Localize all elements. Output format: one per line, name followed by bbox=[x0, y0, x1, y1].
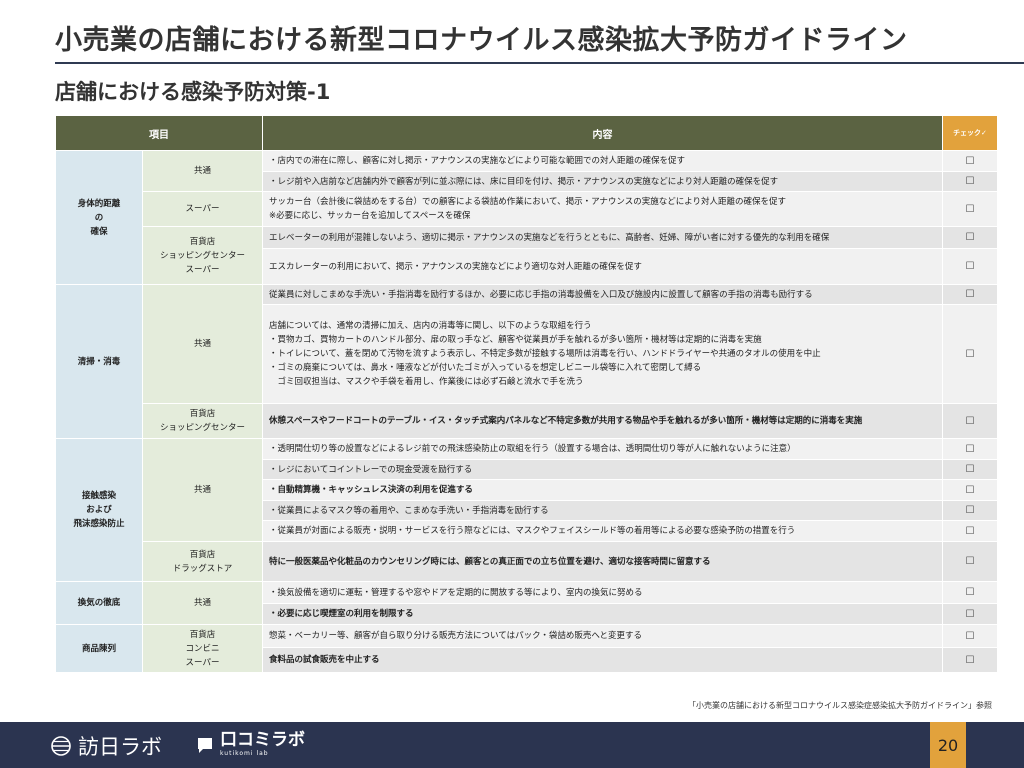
table-row: 百貨店 ショッピングセンター スーパー エレベーターの利用が混雑しないよう、適切に… bbox=[56, 226, 998, 285]
page-number: 20 bbox=[930, 722, 966, 768]
content-cell: サッカー台（会計後に袋詰めをする台）での顧客による袋詰め作業において、掲示・アナ… bbox=[262, 191, 943, 227]
page-title: 小売業の店舗における新型コロナウイルス感染拡大予防ガイドライン bbox=[55, 25, 908, 56]
category-cell: 清掃・消毒 bbox=[55, 284, 143, 439]
guideline-table: 項目 内容 チェック✓ 身体的距離 の 確保 共通 ・店内での滞在に際し、顧客に対し… bbox=[55, 115, 998, 673]
content-cell: 休憩スペースやフードコートのテーブル・イス・タッチ式案内パネルなど不特定多数が共… bbox=[262, 403, 943, 439]
content-cell: エレベーターの利用が混雑しないよう、適切に掲示・アナウンスの実施などを行うととも… bbox=[262, 226, 943, 249]
check-cell: ☐ bbox=[942, 171, 998, 192]
checkbox-icon[interactable]: ☐ bbox=[966, 349, 975, 360]
header-content: 内容 bbox=[262, 115, 943, 151]
header-check: チェック✓ bbox=[942, 115, 998, 151]
checkbox-icon[interactable]: ☐ bbox=[966, 556, 975, 567]
check-cell: ☐ bbox=[942, 150, 998, 172]
table-row: 百貨店 ドラッグストア 特に一般医薬品や化粧品のカウンセリング時には、顧客との真正… bbox=[56, 541, 998, 582]
checkbox-icon[interactable]: ☐ bbox=[966, 204, 975, 215]
content-cell: 従業員に対しこまめな手洗い・手指消毒を励行するほか、必要に応じ手指の消毒設備を入… bbox=[262, 284, 943, 305]
checkbox-icon[interactable]: ☐ bbox=[966, 609, 975, 620]
check-cell: ☐ bbox=[942, 541, 998, 582]
check-cell: ☐ bbox=[942, 479, 998, 501]
check-cell: ☐ bbox=[942, 438, 998, 460]
check-cell: ☐ bbox=[942, 624, 998, 648]
table-header-row: 項目 内容 チェック✓ bbox=[55, 115, 998, 151]
subcategory-cell: 百貨店 ドラッグストア bbox=[142, 541, 263, 582]
subcategory-cell: 共通 bbox=[142, 150, 263, 192]
table-row: スーパー サッカー台（会計後に袋詰めをする台）での顧客による袋詰め作業において、掲… bbox=[56, 191, 998, 227]
content-cell: ・従業員によるマスク等の着用や、こまめな手洗い・手指消毒を励行する bbox=[262, 500, 943, 521]
check-cell: ☐ bbox=[942, 647, 998, 673]
checkbox-icon[interactable]: ☐ bbox=[966, 655, 975, 666]
logo2-subtext: kutikomi lab bbox=[220, 750, 269, 757]
section-title: 店舗における感染予防対策-1 bbox=[55, 80, 331, 104]
check-cell: ☐ bbox=[942, 304, 998, 404]
content-cell: 惣菜・ベーカリー等、顧客が自ら取り分ける販売方法についてはパック・袋詰め販売へと… bbox=[262, 624, 943, 648]
header-item: 項目 bbox=[55, 115, 263, 151]
content-cell: ・従業員が対面による販売・説明・サービスを行う際などには、マスクやフェイスシール… bbox=[262, 520, 943, 542]
subcategory-cell: 百貨店 コンビニ スーパー bbox=[142, 624, 263, 673]
content-cell: ・必要に応じ喫煙室の利用を制限する bbox=[262, 603, 943, 625]
subcategory-cell: 共通 bbox=[142, 581, 263, 625]
speech-bubble-icon bbox=[198, 737, 212, 753]
content-cell: ・店内での滞在に際し、顧客に対し掲示・アナウンスの実施などにより可能な範囲での対… bbox=[262, 150, 943, 172]
check-cell: ☐ bbox=[942, 191, 998, 227]
subcategory-cell: 百貨店 ショッピングセンター bbox=[142, 403, 263, 439]
category-cell: 商品陳列 bbox=[55, 624, 143, 673]
checkbox-icon[interactable]: ☐ bbox=[966, 526, 975, 537]
checkbox-icon[interactable]: ☐ bbox=[966, 289, 975, 300]
subcategory-cell: 共通 bbox=[142, 438, 263, 542]
checkbox-icon[interactable]: ☐ bbox=[966, 444, 975, 455]
footer-bar: 訪日ラボ 口コミラボ kutikomi lab 20 bbox=[0, 722, 1024, 768]
check-cell: ☐ bbox=[942, 520, 998, 542]
slide: 小売業の店舗における新型コロナウイルス感染拡大予防ガイドライン 店舗における感染… bbox=[0, 0, 1024, 768]
check-cell: ☐ bbox=[942, 603, 998, 625]
globe-icon bbox=[51, 736, 71, 756]
checkbox-icon[interactable]: ☐ bbox=[966, 416, 975, 427]
content-cell: エスカレーターの利用において、掲示・アナウンスの実施などにより適切な対人距離の確… bbox=[262, 248, 943, 285]
table-row: 換気の徹底 共通 ・換気設備を適切に運転・管理するや窓やドアを定期的に開放する等によ… bbox=[55, 581, 998, 625]
subcategory-cell: 共通 bbox=[142, 284, 263, 404]
content-cell: ・換気設備を適切に運転・管理するや窓やドアを定期的に開放する等により、室内の換気… bbox=[262, 581, 943, 604]
houjin-lab-logo: 訪日ラボ bbox=[50, 731, 162, 761]
content-cell: 食料品の試食販売を中止する bbox=[262, 647, 943, 673]
checkbox-icon[interactable]: ☐ bbox=[966, 464, 975, 475]
checkbox-icon[interactable]: ☐ bbox=[966, 505, 975, 516]
table-row: 清掃・消毒 共通 従業員に対しこまめな手洗い・手指消毒を励行するほか、必要に応じ手指… bbox=[55, 284, 998, 439]
check-cell: ☐ bbox=[942, 284, 998, 305]
category-cell: 接触感染 および 飛沫感染防止 bbox=[55, 438, 143, 582]
table-row: 商品陳列 百貨店 コンビニ スーパー 惣菜・ベーカリー等、顧客が自ら取り分ける販売方… bbox=[55, 624, 998, 673]
checkbox-icon[interactable]: ☐ bbox=[966, 261, 975, 272]
category-cell: 身体的距離 の 確保 bbox=[55, 150, 143, 285]
logo1-text: 訪日ラボ bbox=[78, 735, 162, 759]
table-row: 身体的距離 の 確保 共通 ・店内での滞在に際し、顧客に対し掲示・アナウンスの実施な… bbox=[55, 150, 998, 285]
content-cell: ・レジ前や入店前など店舗内外で顧客が列に並ぶ際には、床に目印を付け、掲示・アナウ… bbox=[262, 171, 943, 192]
content-cell: ・自動精算機・キャッシュレス決済の利用を促進する bbox=[262, 479, 943, 501]
check-cell: ☐ bbox=[942, 581, 998, 604]
subcategory-cell: スーパー bbox=[142, 191, 263, 227]
checkbox-icon[interactable]: ☐ bbox=[966, 485, 975, 496]
table-row: 百貨店 ショッピングセンター 休憩スペースやフードコートのテーブル・イス・タッチ式… bbox=[56, 403, 998, 439]
check-cell: ☐ bbox=[942, 226, 998, 249]
table-row: 接触感染 および 飛沫感染防止 共通 ・透明間仕切り等の設置などによるレジ前での飛沫… bbox=[55, 438, 998, 582]
checkbox-icon[interactable]: ☐ bbox=[966, 232, 975, 243]
title-divider bbox=[55, 62, 1024, 64]
logo2-text: 口コミラボ bbox=[220, 730, 305, 750]
content-cell: ・透明間仕切り等の設置などによるレジ前での飛沫感染防止の取組を行う（設置する場合… bbox=[262, 438, 943, 460]
checkbox-icon[interactable]: ☐ bbox=[966, 176, 975, 187]
content-cell: ・レジにおいてコイントレーでの現金受渡を励行する bbox=[262, 459, 943, 480]
kutikomi-lab-logo: 口コミラボ kutikomi lab bbox=[196, 732, 305, 757]
check-cell: ☐ bbox=[942, 248, 998, 285]
category-cell: 換気の徹底 bbox=[55, 581, 143, 625]
content-cell: 店舗については、通常の清掃に加え、店内の消毒等に関し、以下のような取組を行う ・… bbox=[262, 304, 943, 404]
subcategory-cell: 百貨店 ショッピングセンター スーパー bbox=[142, 226, 263, 285]
check-cell: ☐ bbox=[942, 500, 998, 521]
check-cell: ☐ bbox=[942, 459, 998, 480]
check-cell: ☐ bbox=[942, 403, 998, 439]
checkbox-icon[interactable]: ☐ bbox=[966, 156, 975, 167]
content-cell: 特に一般医薬品や化粧品のカウンセリング時には、顧客との真正面での立ち位置を避け、… bbox=[262, 541, 943, 582]
checkbox-icon[interactable]: ☐ bbox=[966, 631, 975, 642]
checkbox-icon[interactable]: ☐ bbox=[966, 587, 975, 598]
source-note: 「小売業の店舗における新型コロナウイルス感染症感染拡大予防ガイドライン」参照 bbox=[688, 701, 992, 710]
